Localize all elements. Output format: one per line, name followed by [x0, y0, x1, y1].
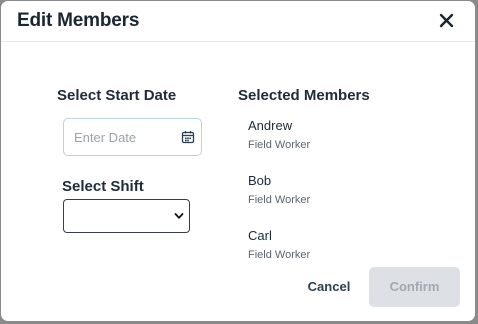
edit-members-dialog: Edit Members Select Start Date Select Sh…: [1, 1, 475, 321]
cancel-button[interactable]: Cancel: [299, 271, 359, 303]
selected-members-heading: Selected Members: [238, 87, 370, 104]
shift-label: Select Shift: [62, 178, 144, 195]
member-role: Field Worker: [248, 139, 311, 151]
member-name: Carl: [248, 228, 272, 243]
calendar-icon[interactable]: [181, 130, 195, 144]
chevron-down-icon: [174, 213, 184, 219]
confirm-button[interactable]: Confirm: [369, 267, 460, 307]
start-date-input[interactable]: [74, 128, 174, 146]
member-name: Bob: [248, 173, 272, 188]
close-button[interactable]: [437, 11, 457, 31]
member-name: Andrew: [248, 118, 293, 133]
dialog-header: Edit Members: [1, 1, 475, 42]
close-x-icon: [439, 13, 454, 28]
dialog-title: Edit Members: [17, 10, 140, 31]
start-date-label: Select Start Date: [57, 87, 177, 104]
shift-select[interactable]: [63, 199, 190, 233]
member-role: Field Worker: [248, 249, 311, 261]
start-date-field[interactable]: [63, 118, 202, 156]
member-role: Field Worker: [248, 194, 311, 206]
